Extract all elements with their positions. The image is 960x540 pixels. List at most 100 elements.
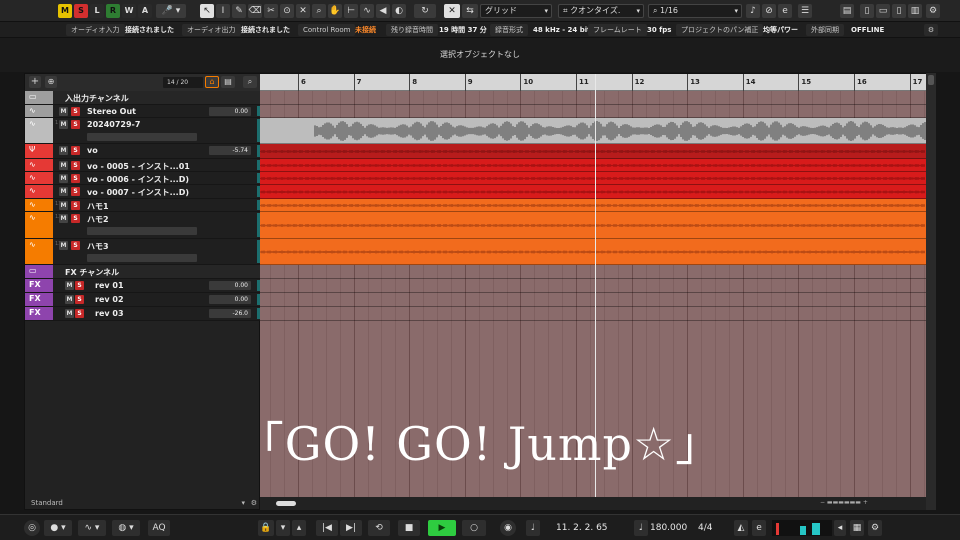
track-row[interactable]: FX M Srev 03 -26.0 — [25, 307, 261, 321]
auto-quantize-button[interactable]: AQ — [148, 520, 170, 536]
track-name[interactable]: 入出力チャンネル — [65, 93, 129, 104]
mute-button[interactable]: M — [65, 281, 74, 290]
volume-field[interactable]: 0.00 — [209, 295, 251, 304]
mute-button[interactable]: M — [59, 174, 68, 183]
track-color-tag[interactable]: ∿ — [25, 212, 53, 238]
track-row[interactable]: ▭ FX チャンネル — [25, 265, 261, 279]
grid-type-dropdown[interactable]: グリッド ▾ — [480, 4, 552, 18]
toolbar-settings-gear-icon[interactable]: ⚙ — [926, 4, 940, 18]
ruler-bar-number[interactable]: 13 — [687, 74, 700, 91]
solo-button[interactable]: S — [71, 107, 80, 116]
control-room-label[interactable]: Control Room — [298, 24, 356, 36]
solo-button[interactable]: S — [71, 201, 80, 210]
external-sync-label[interactable]: 外部同期 — [806, 24, 844, 36]
glue-tool-icon[interactable]: ⊙ — [280, 4, 294, 18]
track-name[interactable]: 20240729-7 — [87, 120, 140, 129]
track-name[interactable]: vo - 0005 - インスト...01 — [87, 161, 190, 172]
mute-button[interactable]: M — [59, 107, 68, 116]
footer-gear-icon[interactable]: ⚙ — [251, 497, 257, 509]
solo-button[interactable]: S — [71, 174, 80, 183]
track-name[interactable]: ハモ1 — [87, 201, 109, 212]
solo-button[interactable]: S — [71, 241, 80, 250]
horizontal-scroll-thumb[interactable] — [276, 501, 296, 506]
monitor-icon[interactable]: ◉ — [500, 520, 516, 536]
track-color-tag[interactable]: ▭ — [25, 265, 53, 278]
punch-out-icon[interactable]: ▴ — [292, 520, 306, 536]
mode-button-w[interactable]: W — [122, 4, 136, 18]
stop-button[interactable]: ■ — [398, 520, 420, 536]
ruler-bar-number[interactable]: 7 — [353, 74, 361, 91]
lock-icon[interactable]: 🔒 — [258, 520, 274, 536]
track-row[interactable]: ∿12MSハモ2 — [25, 212, 261, 239]
track-row[interactable]: ∿13MSハモ3 — [25, 239, 261, 265]
track-name[interactable]: vo - 0007 - インスト...D) — [87, 187, 189, 198]
ruler-bar-number[interactable]: 8 — [409, 74, 417, 91]
solo-button[interactable]: S — [75, 295, 84, 304]
go-to-start-button[interactable]: |◀ — [316, 520, 338, 536]
track-name[interactable]: rev 02 — [95, 295, 124, 304]
autoscroll-icon[interactable]: ↻ — [414, 4, 436, 18]
palette-dropdown[interactable]: ◍ ▾ — [112, 520, 140, 536]
mode-button-m[interactable]: M — [58, 4, 72, 18]
pan-law-label[interactable]: プロジェクトのパン補正 — [676, 24, 764, 36]
scissors-tool-icon[interactable]: ✂ — [264, 4, 278, 18]
speaker-icon[interactable]: ◀ — [376, 4, 390, 18]
mode-button-l[interactable]: L — [90, 4, 104, 18]
track-lane[interactable] — [260, 159, 926, 172]
track-color-tag[interactable]: ∿ — [25, 199, 53, 211]
track-row[interactable]: ∿ M Svo - 0007 - インスト...D) — [25, 185, 261, 199]
mode-button-s[interactable]: S — [74, 4, 88, 18]
track-presets-icon[interactable]: ⊕ — [45, 76, 57, 88]
track-name[interactable]: vo - 0006 - インスト...D) — [87, 174, 189, 185]
play-button[interactable]: ▶ — [428, 520, 456, 536]
mute-button[interactable]: M — [65, 309, 74, 318]
record-mode-dropdown[interactable]: ● ▾ — [44, 520, 72, 536]
tempo-track-icon[interactable]: ♩ — [634, 520, 648, 536]
track-color-tag[interactable]: Ψ — [25, 144, 53, 158]
home-icon[interactable]: ⌂ — [205, 76, 219, 88]
sync-icon[interactable]: e — [752, 520, 766, 536]
track-lane[interactable] — [260, 212, 926, 239]
preset-name[interactable]: Standard — [31, 499, 63, 507]
track-color-tag[interactable]: FX — [25, 279, 53, 292]
track-name[interactable]: rev 03 — [95, 309, 124, 318]
audio-input-label[interactable]: オーディオ入力 — [66, 24, 125, 36]
mute-button[interactable]: M — [59, 146, 68, 155]
quantize-value-dropdown[interactable]: ⌕ 1/16 ▾ — [648, 4, 742, 18]
mode-button-r[interactable]: R — [106, 4, 120, 18]
track-lane[interactable] — [260, 279, 926, 293]
track-row[interactable]: ∿ M Svo - 0006 - インスト...D) — [25, 172, 261, 185]
record-button[interactable]: ○ — [462, 520, 486, 536]
rack-icon[interactable]: ▥ — [908, 4, 922, 18]
track-controls-strip[interactable] — [87, 227, 197, 235]
eraser-tool-icon[interactable]: ⌫ — [248, 4, 262, 18]
track-color-tag[interactable]: ∿ — [25, 185, 53, 198]
track-name[interactable]: ハモ3 — [87, 241, 109, 252]
timeline-ruler[interactable]: 6 7 8 9 10 11 12 13 14 15 16 17 — [260, 74, 926, 91]
volume-field[interactable]: -5.74 — [209, 146, 251, 155]
lower-zone-icon[interactable]: ▭ — [876, 4, 890, 18]
punch-in-icon[interactable]: ▾ — [276, 520, 290, 536]
vertical-scroll-thumb[interactable] — [928, 75, 934, 85]
cycle-button[interactable]: ⟲ — [368, 520, 390, 536]
volume-field[interactable]: -26.0 — [209, 309, 251, 318]
quantize-dropdown[interactable]: ⌗ クオンタイズ. ▾ — [558, 4, 644, 18]
track-color-tag[interactable]: ▭ — [25, 91, 53, 104]
mute-button[interactable]: M — [65, 295, 74, 304]
ruler-bar-number[interactable]: 10 — [520, 74, 533, 91]
meter-menu-icon[interactable]: ◂ — [834, 520, 846, 536]
left-zone-icon[interactable]: ▯ — [860, 4, 874, 18]
track-visibility-icon[interactable]: ▤ — [221, 76, 235, 88]
track-lane[interactable] — [260, 185, 926, 199]
solo-button[interactable]: S — [75, 309, 84, 318]
track-name[interactable]: FX チャンネル — [65, 267, 119, 278]
status-settings-gear-icon[interactable]: ⚙ — [924, 24, 938, 36]
mute-button[interactable]: M — [59, 214, 68, 223]
track-color-tag[interactable]: ∿ — [25, 239, 53, 264]
snap-type-icon[interactable]: ⇆ — [462, 4, 478, 18]
warp-tool-icon[interactable]: ∿ — [360, 4, 374, 18]
track-row[interactable]: ∿ M Svo - 0005 - インスト...01 — [25, 159, 261, 172]
right-zone-icon[interactable]: ▯ — [892, 4, 906, 18]
track-name[interactable]: rev 01 — [95, 281, 124, 290]
solo-button[interactable]: S — [75, 281, 84, 290]
